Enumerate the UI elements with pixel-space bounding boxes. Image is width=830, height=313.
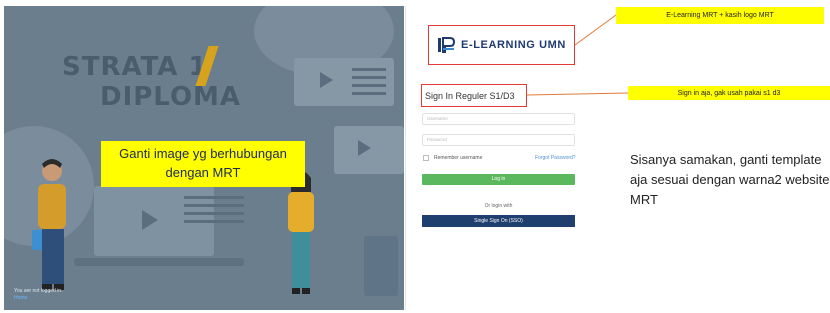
password-input[interactable]: Password bbox=[422, 134, 575, 146]
logo-annotation-box: E-LEARNING UMN bbox=[428, 25, 575, 65]
hero-annotation: Ganti image yg berhubungan dengan MRT bbox=[101, 141, 305, 187]
sso-button[interactable]: Single Sign On (SSO) bbox=[422, 215, 575, 227]
umn-logo-icon bbox=[437, 36, 456, 54]
login-button[interactable]: Log in bbox=[422, 174, 575, 185]
remember-label: Remember username bbox=[434, 155, 483, 161]
student-figure bbox=[32, 159, 66, 290]
video-board bbox=[294, 58, 394, 106]
remember-checkbox[interactable] bbox=[423, 155, 429, 161]
play-icon bbox=[320, 72, 333, 88]
home-link[interactable]: Home bbox=[14, 295, 27, 301]
signin-heading: Sign In Reguler S1/D3 bbox=[421, 84, 527, 107]
plant-pot bbox=[364, 236, 398, 296]
side-note: Sisanya samakan, ganti template aja sesu… bbox=[630, 152, 830, 207]
forgot-password-link[interactable]: Forgot Password? bbox=[535, 155, 576, 161]
hero-title-line1: STRATA 1 bbox=[62, 52, 208, 82]
play-icon bbox=[142, 210, 158, 230]
video-board bbox=[334, 126, 404, 174]
username-input[interactable]: Username bbox=[422, 113, 575, 125]
signin-note: Sign in aja, gak usah pakai s1 d3 bbox=[628, 86, 830, 100]
logo-text: E-LEARNING UMN bbox=[461, 39, 566, 51]
list-lines-icon bbox=[184, 196, 244, 228]
text-lines-icon bbox=[352, 68, 386, 100]
hero-title-line2: DIPLOMA bbox=[100, 82, 242, 112]
not-logged-in-text: You are not logged in. bbox=[14, 288, 63, 294]
logo-note: E-Learning MRT + kasih logo MRT bbox=[616, 7, 824, 24]
or-login-label: Or login with bbox=[484, 203, 513, 209]
laptop-base bbox=[74, 258, 244, 266]
play-icon bbox=[358, 140, 371, 156]
